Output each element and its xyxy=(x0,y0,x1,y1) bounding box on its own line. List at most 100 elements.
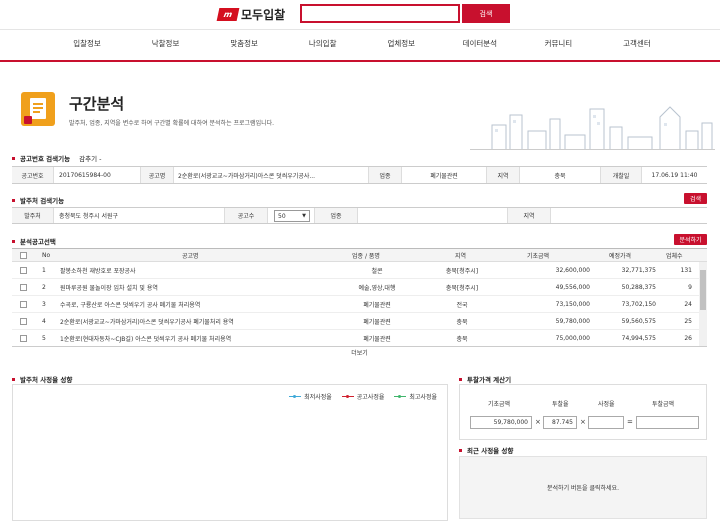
cell-no: 2 xyxy=(42,283,46,291)
notice-count-value: 50 xyxy=(278,212,286,220)
logo-text: 모두입찰 xyxy=(241,7,286,22)
nav-underline xyxy=(0,60,720,62)
cell-region: 충북 xyxy=(456,335,468,343)
analysis-table-title: 분석공고선택 xyxy=(20,238,56,246)
bullet-icon xyxy=(459,448,462,452)
bullet-icon xyxy=(12,156,15,160)
region-label: 지역 xyxy=(486,167,520,183)
notice-no-label: 공고번호 xyxy=(12,167,54,183)
bid-amount-input[interactable] xyxy=(636,416,699,429)
open-date-label: 개찰일 xyxy=(600,167,642,183)
nav-item-custom-info[interactable]: 맞춤정보 xyxy=(209,38,279,49)
calc-title: 투찰가격 계산기 xyxy=(467,376,512,384)
search-button[interactable]: 검색 xyxy=(462,4,510,23)
logo-mark: m xyxy=(216,7,240,21)
select-all-checkbox[interactable] xyxy=(20,251,27,259)
page-description: 발주처, 업종, 지역을 변수로 하여 구간별 확률에 대하여 분석하는 프로그… xyxy=(69,120,275,127)
client-industry-label: 업종 xyxy=(314,208,358,223)
bid-amount-label: 투찰금액 xyxy=(652,401,675,408)
client-region-label: 지역 xyxy=(507,208,551,223)
bullet-icon xyxy=(459,377,462,381)
nav-item-community[interactable]: 커뮤니티 xyxy=(523,38,593,49)
table-row[interactable]: 2 원마루공원 물놀이장 임차 설치 및 용역 예술,영상,대행 충북[청주시] 49,… xyxy=(12,279,707,296)
cell-base-price: 32,600,000 xyxy=(555,266,590,274)
client-trend-title: 발주처 사정율 성향 xyxy=(20,376,73,384)
cell-estimate-price: 59,560,575 xyxy=(621,317,656,325)
table-header: No 공고명 업종 / 품명 지역 기초금액 예정가격 업체수 xyxy=(12,248,707,262)
region-value: 충북 xyxy=(554,172,566,180)
nav-item-customer-center[interactable]: 고객센터 xyxy=(602,38,672,49)
chart-legend: 최저사정율 공고사정율 최고사정율 xyxy=(279,392,437,401)
table-scrollbar[interactable] xyxy=(699,262,707,346)
row-checkbox[interactable] xyxy=(20,283,27,291)
col-estimate-price: 예정가격 xyxy=(609,252,632,260)
nav-item-company-info[interactable]: 업체정보 xyxy=(366,38,436,49)
adjust-rate-label: 사정율 xyxy=(598,401,615,408)
analyze-button[interactable]: 분석하기 xyxy=(674,234,707,245)
hide-toggle[interactable]: 감추기 - xyxy=(79,153,101,163)
trend-chart-area: 최저사정율 공고사정율 최고사정율 xyxy=(12,384,448,521)
bullet-icon xyxy=(12,377,15,381)
chevron-down-icon: ▼ xyxy=(302,213,306,219)
cell-base-price: 49,556,000 xyxy=(555,283,590,291)
cell-company-count: 24 xyxy=(684,300,692,308)
cell-region: 충북 xyxy=(456,318,468,326)
more-button[interactable]: 더보기 xyxy=(12,346,707,358)
row-checkbox[interactable] xyxy=(20,334,27,342)
nav-item-award-info[interactable]: 낙찰정보 xyxy=(131,38,201,49)
table-row[interactable]: 3 수곡로, 구룡산로 아스콘 덧씌우기 공사 폐기물 처리용역 폐기물관련 전국 73… xyxy=(12,296,707,313)
col-name: 공고명 xyxy=(182,252,199,260)
row-checkbox[interactable] xyxy=(20,317,27,325)
base-price-input[interactable]: 59,780,000 xyxy=(470,416,532,429)
analysis-table-heading: 분석공고선택 xyxy=(12,236,56,246)
col-region: 지역 xyxy=(455,252,467,260)
table-row[interactable]: 5 1순환로(현대자동차~CJB길) 아스콘 덧씌우기 공사 폐기물 처리용역 폐기… xyxy=(12,330,707,347)
notice-name-label: 공고명 xyxy=(140,167,174,183)
client-search-button[interactable]: 검색 xyxy=(684,193,707,204)
client-value[interactable]: 충청북도 청주시 서원구 xyxy=(59,208,219,223)
open-date-value: 17.06.19 11:40 xyxy=(651,171,698,179)
table-row[interactable]: 1 팔봉소하천 재방호로 포장공사 철콘 충북[청주시] 32,600,000 32,77… xyxy=(12,262,707,279)
client-industry-value[interactable] xyxy=(362,208,502,223)
col-base-price: 기초금액 xyxy=(527,252,550,260)
notice-name-value: 2순환로(서광교교~가마삼거리)아스콘 덧씌우기공사... xyxy=(178,172,316,180)
calc-heading: 투찰가격 계산기 xyxy=(459,374,511,384)
cell-name: 수곡로, 구룡산로 아스콘 덧씌우기 공사 폐기물 처리용역 xyxy=(60,301,201,309)
notice-count-select[interactable]: 50 ▼ xyxy=(274,210,310,222)
cell-company-count: 131 xyxy=(680,266,692,274)
client-region-value[interactable] xyxy=(555,208,705,223)
legend-notice-rate: 공고사정율 xyxy=(341,392,384,401)
adjust-rate-input[interactable] xyxy=(588,416,624,429)
notice-info-row: 공고번호 20170615984-00 공고명 2순환로(서광교교~가마삼거리)… xyxy=(12,166,707,184)
site-logo[interactable]: m 모두입찰 xyxy=(216,5,286,23)
industry-value: 폐기물관련 xyxy=(430,172,458,180)
recent-trend-title: 최근 사정율 성향 xyxy=(467,447,514,455)
notice-no-value: 20170615984-00 xyxy=(59,171,111,179)
notice-search-heading: 공고번호 검색기능 감추기 - xyxy=(12,153,101,163)
table-row[interactable]: 4 2순환로(서광교교~가마삼거리)아스콘 덧씌우기공사 폐기물처리 용역 폐기물관… xyxy=(12,313,707,330)
multiply-icon: × xyxy=(535,418,541,426)
search-input[interactable] xyxy=(300,4,460,23)
col-company-count: 업체수 xyxy=(666,252,683,260)
bid-rate-label: 투찰율 xyxy=(552,401,569,408)
row-checkbox[interactable] xyxy=(20,266,27,274)
main-nav: 입찰정보 낙찰정보 맞춤정보 나의입찰 업체정보 데이터분석 커뮤니티 고객센터 xyxy=(52,38,672,49)
cell-company-count: 26 xyxy=(684,334,692,342)
client-search-title: 발주처 검색기능 xyxy=(20,197,65,205)
nav-item-data-analysis[interactable]: 데이터분석 xyxy=(445,38,515,49)
analysis-document-icon xyxy=(21,92,55,126)
bid-calculator: 기초금액 투찰율 사정율 투찰금액 59,780,000 × 87.745 × … xyxy=(459,384,707,440)
cell-estimate-price: 50,288,375 xyxy=(621,283,656,291)
cell-no: 4 xyxy=(42,317,46,325)
header-divider xyxy=(0,29,720,30)
nav-item-bid-info[interactable]: 입찰정보 xyxy=(52,38,122,49)
nav-item-my-bids[interactable]: 나의입찰 xyxy=(288,38,358,49)
cell-base-price: 75,000,000 xyxy=(555,334,590,342)
row-checkbox[interactable] xyxy=(20,300,27,308)
notice-search-title: 공고번호 검색기능 xyxy=(20,155,71,163)
bullet-icon xyxy=(12,239,15,243)
cell-region: 전국 xyxy=(456,301,468,309)
cell-region: 충북[청주시] xyxy=(445,267,479,275)
bid-rate-input[interactable]: 87.745 xyxy=(543,416,577,429)
cell-no: 5 xyxy=(42,334,46,342)
